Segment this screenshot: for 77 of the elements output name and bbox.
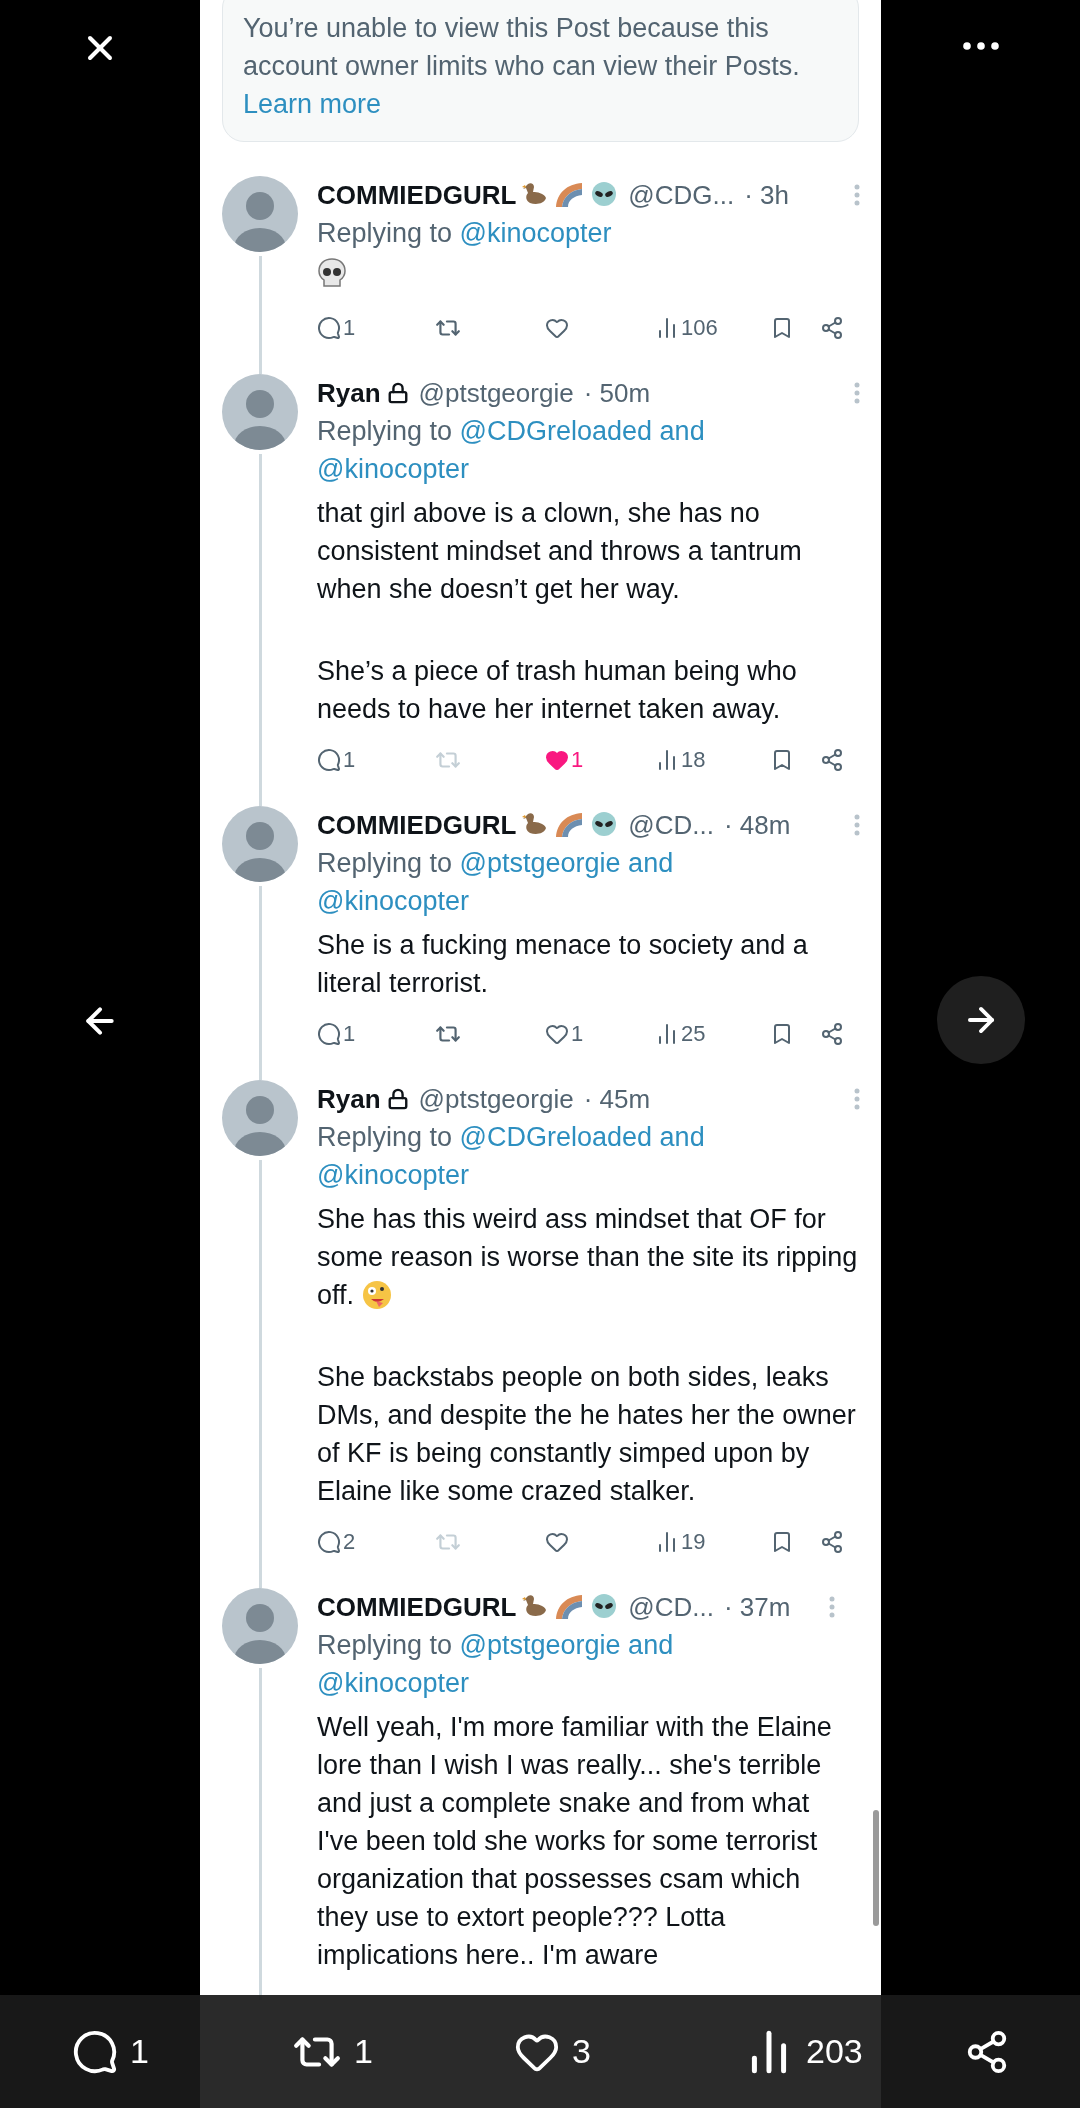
author-handle[interactable]: @ptstgeorgie: [418, 1083, 574, 1115]
author-name[interactable]: COMMIEDGURL: [317, 179, 517, 211]
like-button[interactable]: [545, 316, 569, 340]
post-text: that girl above is a clown, she has no consistent mindset and throws a tantrum when she doesn’t get her way.: [317, 497, 803, 606]
mention-link[interactable]: @kinocopter: [317, 886, 469, 916]
replying-to-text: Replying to @ptstgeorgie and @kinocopter: [317, 847, 675, 918]
views-button[interactable]: 25: [655, 1021, 706, 1047]
views-button[interactable]: 106: [655, 315, 718, 341]
share-button[interactable]: [820, 1022, 844, 1046]
mention-link[interactable]: @CDGreloaded and: [459, 416, 705, 446]
heart-icon: [545, 748, 569, 772]
author-name[interactable]: COMMIEDGURL: [317, 809, 517, 841]
post-time: · 48m: [723, 809, 791, 841]
author-name[interactable]: COMMIEDGURL: [317, 1591, 517, 1623]
mention-link[interactable]: @kinocopter: [317, 1160, 469, 1190]
learn-more-link[interactable]: Learn more: [243, 89, 382, 119]
post-time: · 45m: [583, 1083, 651, 1115]
share-icon: [820, 748, 844, 772]
author-handle[interactable]: @CD...: [628, 1591, 714, 1623]
reply-button[interactable]: 2: [317, 1529, 356, 1555]
share-icon: [820, 1530, 844, 1554]
replying-to-text: Replying to @CDGreloaded and @kinocopter: [317, 415, 706, 486]
like-button[interactable]: 1: [545, 747, 584, 773]
share-button[interactable]: [820, 748, 844, 772]
repost-button[interactable]: 1: [292, 2026, 373, 2077]
speech-bubble-icon: [317, 1022, 341, 1046]
mention-link[interactable]: @kinocopter: [317, 454, 469, 484]
author-name[interactable]: Ryan: [317, 1083, 381, 1115]
like-button[interactable]: 1: [545, 1021, 584, 1047]
views-button[interactable]: 18: [655, 747, 706, 773]
author-handle[interactable]: @CDG...: [628, 179, 735, 211]
share-button[interactable]: [820, 1530, 844, 1554]
more-icon: [962, 42, 999, 50]
scrollbar[interactable]: [873, 1810, 879, 1926]
views-button[interactable]: 19: [655, 1529, 706, 1555]
speech-bubble-icon: [72, 2028, 118, 2075]
mention-link[interactable]: @ptstgeorgie and: [459, 848, 674, 878]
speech-bubble-icon: [317, 748, 341, 772]
more-icon: [829, 1596, 835, 1618]
more-icon: [854, 184, 860, 206]
like-button[interactable]: 3: [514, 2028, 591, 2075]
post-text: She’s a piece of trash human being who needs to have her internet taken away.: [317, 655, 798, 726]
heart-icon: [545, 1530, 569, 1554]
author-handle[interactable]: @CD...: [628, 809, 714, 841]
notice-text: You’re unable to view this Post because this account owner limits who can view their Posts. Learn more: [243, 13, 800, 119]
reply-button[interactable]: 1: [317, 1021, 356, 1047]
mention-link[interactable]: @kinocopter: [317, 1668, 469, 1698]
post-time: · 3h: [744, 179, 789, 211]
author-name[interactable]: Ryan: [317, 377, 381, 409]
post-text: Well yeah, I'm more familiar with the Elaine lore than I wish I was really... she's terrible and just a complete snake and from what I've been told she works for some terrorist organization that possesses csam which they use to extort people??? Lotta implications here.. I'm aware: [317, 1711, 833, 1972]
heart-icon: [545, 1022, 569, 1046]
replying-to-text: Replying to @ptstgeorgie and @kinocopter: [317, 1629, 675, 1700]
replying-to-text: Replying to @kinocopter: [317, 217, 613, 250]
views-button[interactable]: 203: [744, 2026, 863, 2077]
post-text: She has this weird ass mindset that OF for some reason is worse than the site its ripping off.: [317, 1203, 859, 1312]
mention-link[interactable]: @kinocopter: [459, 218, 612, 248]
heart-icon: [545, 316, 569, 340]
replying-to-text: Replying to @CDGreloaded and @kinocopter: [317, 1121, 706, 1192]
more-icon: [854, 814, 860, 836]
speech-bubble-icon: [317, 316, 341, 340]
more-icon: [854, 382, 860, 404]
reply-button[interactable]: 1: [317, 747, 356, 773]
share-icon: [820, 316, 844, 340]
share-button[interactable]: [820, 316, 844, 340]
post-time: · 37m: [723, 1591, 791, 1623]
speech-bubble-icon: [317, 1530, 341, 1554]
more-icon: [854, 1088, 860, 1110]
reply-button[interactable]: 1: [72, 2028, 149, 2075]
mention-link[interactable]: @CDGreloaded and: [459, 1122, 705, 1152]
reply-button[interactable]: 1: [317, 315, 356, 341]
like-button[interactable]: [545, 1530, 569, 1554]
post-time: · 50m: [583, 377, 651, 409]
post-text: She backstabs people on both sides, leaks DMs, and despite the he hates her the owner of KF is being constantly simped upon by Elaine like some crazed stalker.: [317, 1361, 857, 1508]
author-handle[interactable]: @ptstgeorgie: [418, 377, 574, 409]
share-icon: [820, 1022, 844, 1046]
mention-link[interactable]: @ptstgeorgie and: [459, 1630, 674, 1660]
post-text: She is a fucking menace to society and a literal terrorist.: [317, 929, 809, 1000]
